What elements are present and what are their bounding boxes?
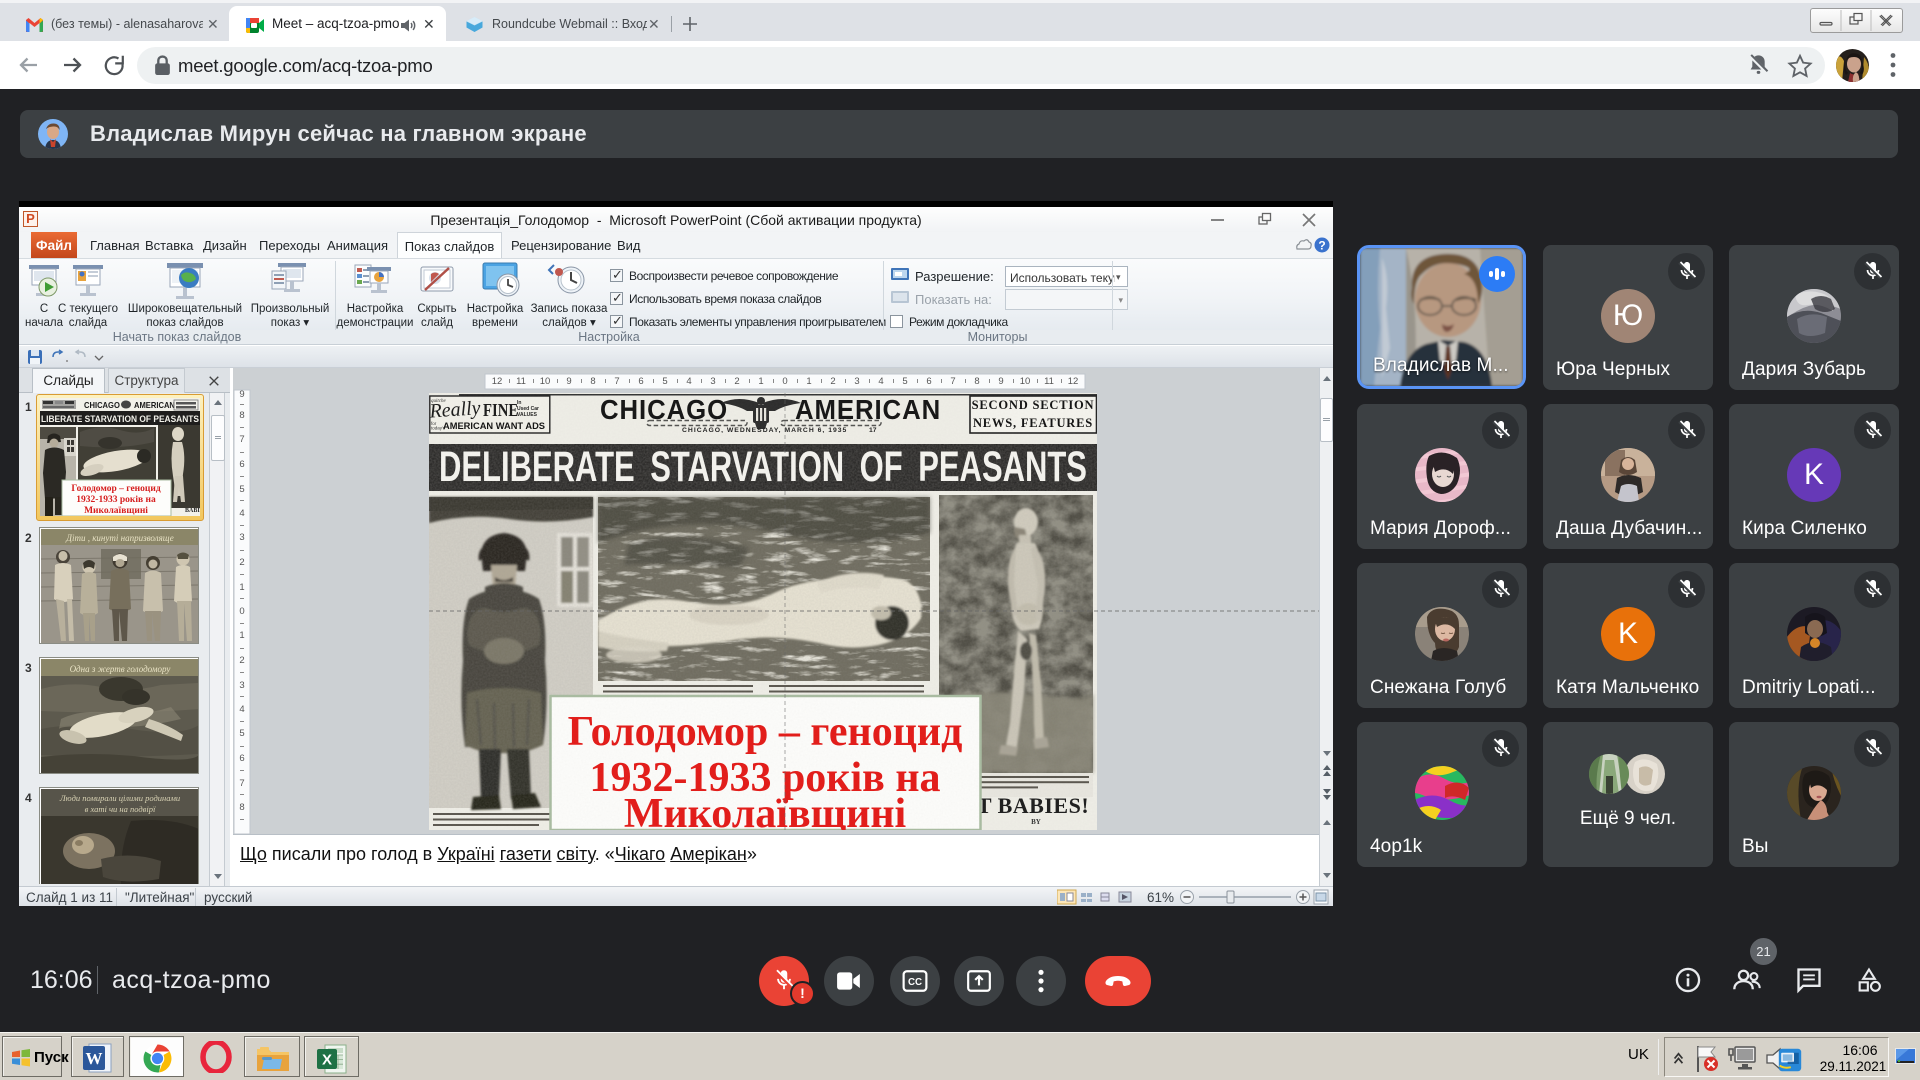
svg-text:AMERICAN: AMERICAN [134,401,175,410]
svg-text:1: 1 [239,630,244,641]
svg-text:10: 10 [1020,376,1031,387]
svg-text:5: 5 [239,728,244,739]
svg-text:8: 8 [239,802,244,813]
svg-text:CC: CC [908,977,922,988]
svg-text:3: 3 [710,376,715,387]
svg-text:3: 3 [239,532,244,543]
svg-text:Голодомор – геноцид: Голодомор – геноцид [71,484,160,494]
svg-text:X: X [322,1052,332,1069]
svg-text:Люди помирали цілими родинами: Люди помирали цілими родинами [59,793,180,803]
svg-text:LIBERATE STARVATION OF PEASANT: LIBERATE STARVATION OF PEASANTS [41,414,199,425]
svg-text:W: W [86,1049,103,1068]
svg-text:10: 10 [540,376,551,387]
svg-text:3: 3 [239,680,244,691]
svg-text:7: 7 [950,376,955,387]
svg-text:9: 9 [239,389,244,400]
svg-text:6: 6 [926,376,931,387]
svg-text:12: 12 [1068,376,1079,387]
svg-text:7: 7 [239,778,244,789]
svg-text:1: 1 [758,376,763,387]
svg-text:2: 2 [734,376,739,387]
svg-text:5: 5 [902,376,907,387]
svg-text:11: 11 [1044,376,1054,387]
svg-text:Одна з жертв голодомору: Одна з жертв голодомору [70,664,171,674]
svg-text:8: 8 [590,376,595,387]
svg-text:BABIES: BABIES [185,508,200,514]
svg-text:4: 4 [686,376,691,387]
svg-text:1932-1933 років на: 1932-1933 років на [76,494,156,505]
svg-text:7: 7 [239,434,244,445]
svg-text:8: 8 [239,410,244,421]
svg-text:9: 9 [566,376,571,387]
svg-text:6: 6 [239,753,244,764]
svg-text:Діти , кинуті напризволяще: Діти , кинуті напризволяще [65,533,174,543]
svg-text:11: 11 [516,376,526,387]
svg-text:в хаті чи на подвірї: в хаті чи на подвірї [85,804,156,814]
svg-text:1: 1 [806,376,811,387]
svg-text:8: 8 [974,376,979,387]
svg-text:3: 3 [854,376,859,387]
svg-text:4: 4 [239,508,244,519]
svg-text:2: 2 [830,376,835,387]
svg-text:CHICAGO: CHICAGO [84,401,120,410]
svg-text:5: 5 [239,484,244,495]
svg-text:?: ? [1318,239,1325,253]
svg-text:Миколаївщині: Миколаївщині [84,505,148,516]
svg-text:12: 12 [492,376,503,387]
svg-text:0: 0 [782,376,787,387]
svg-text:0: 0 [239,606,244,617]
svg-text:1: 1 [239,582,244,593]
svg-text:4: 4 [878,376,883,387]
svg-text:7: 7 [614,376,619,387]
svg-text:2: 2 [239,557,244,568]
svg-text:6: 6 [239,459,244,470]
svg-text:4: 4 [239,704,244,715]
svg-text:5: 5 [662,376,667,387]
svg-text:2: 2 [239,655,244,666]
svg-text:9: 9 [998,376,1003,387]
svg-text:6: 6 [638,376,643,387]
